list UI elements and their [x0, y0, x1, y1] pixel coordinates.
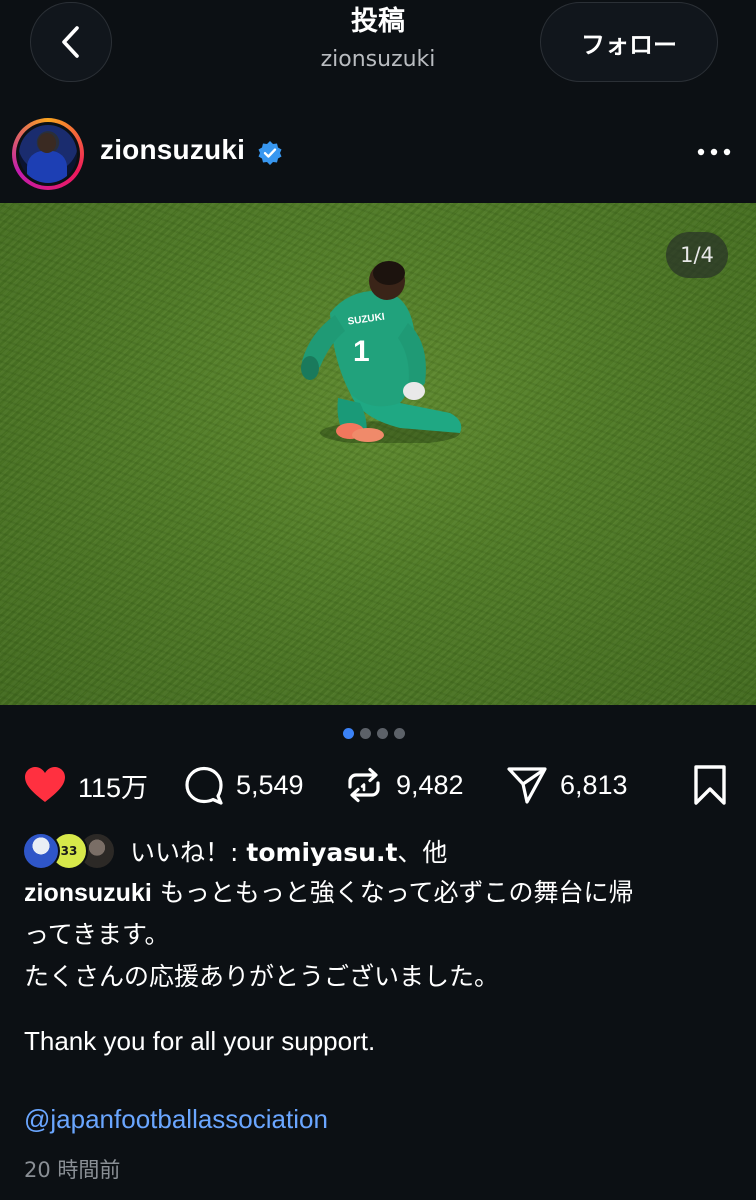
like-count: 115万	[78, 772, 149, 803]
liked-by-suffix[interactable]: 、他	[397, 838, 447, 867]
liked-by-user[interactable]: tomiyasu.t	[246, 838, 397, 867]
top-bar: 投稿 zionsuzuki フォロー	[0, 0, 756, 100]
bookmark-icon	[694, 765, 726, 805]
caption-english: Thank you for all your support.	[24, 1026, 376, 1056]
repost-icon	[348, 767, 380, 803]
post-timestamp: 20 時間前	[24, 1158, 121, 1182]
verified-badge-icon	[258, 141, 282, 165]
share-button[interactable]: 6,813	[506, 760, 628, 810]
heart-icon	[25, 767, 65, 802]
svg-text:1: 1	[353, 335, 370, 368]
goalkeeper-figure: 1 SUZUKI	[301, 261, 462, 443]
avatar	[19, 125, 77, 183]
send-icon	[507, 767, 547, 804]
avatar-story-ring[interactable]	[12, 118, 84, 190]
post-caption: zionsuzuki もっともっと強くなって必ずこの舞台に帰 ってきます。 たくさ…	[24, 872, 736, 998]
comment-icon	[185, 766, 223, 805]
liked-by-prefix: いいね！:	[130, 838, 247, 867]
caption-line: たくさんの応援ありがとうございました。	[24, 962, 500, 991]
author-username[interactable]: zionsuzuki	[100, 134, 245, 166]
carousel-dot	[343, 728, 354, 739]
comment-count: 5,549	[236, 769, 304, 800]
avatar-badge-text: 33	[60, 844, 78, 858]
repost-button[interactable]: 9,482	[344, 760, 464, 810]
caption-line: ってきます。	[24, 920, 170, 949]
liked-by-row[interactable]: 33 いいね！: tomiyasu.t、他	[22, 832, 447, 870]
liked-by-text: いいね！: tomiyasu.t、他	[130, 833, 447, 869]
carousel-dot	[360, 728, 371, 739]
follow-button[interactable]: フォロー	[540, 2, 718, 82]
carousel-indicator	[343, 728, 405, 740]
repost-count: 9,482	[396, 769, 464, 800]
carousel-dot	[394, 728, 405, 739]
liker-avatar	[22, 832, 60, 870]
caption-mention-link[interactable]: @japanfootballassociation	[24, 1104, 328, 1135]
comment-button[interactable]: 5,549	[184, 760, 304, 810]
like-button[interactable]: 115万	[24, 760, 148, 810]
carousel-dot	[377, 728, 388, 739]
post-author-row: zionsuzuki	[0, 110, 756, 200]
share-count: 6,813	[560, 769, 628, 800]
image-counter: 1/4	[666, 232, 728, 278]
action-bar: 115万 5,549 9,482 6,813	[0, 760, 756, 810]
caption-username[interactable]: zionsuzuki	[24, 879, 152, 907]
save-button[interactable]	[692, 760, 728, 810]
post-image[interactable]: 1 SUZUKI 1/4	[0, 203, 756, 705]
more-horizontal-icon[interactable]	[694, 140, 734, 164]
caption-line: もっともっと強くなって必ずこの舞台に帰	[159, 878, 634, 907]
